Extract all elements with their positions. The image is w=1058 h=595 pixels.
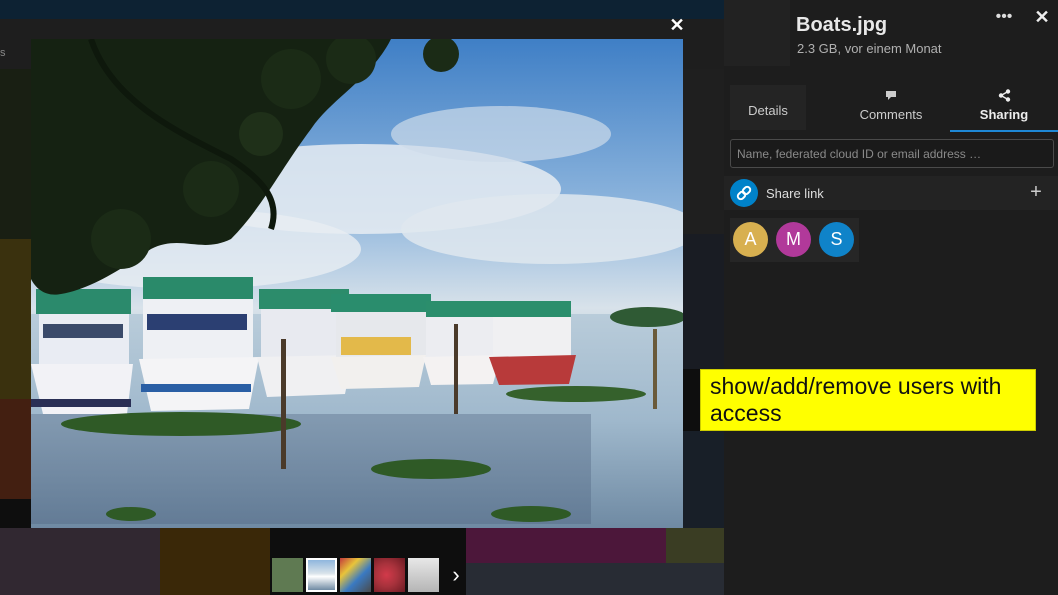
close-icon: ✕ [1034, 7, 1050, 27]
more-actions-button[interactable]: ••• [992, 6, 1016, 28]
tab-details-label: Details [748, 103, 788, 118]
tab-details[interactable]: Details [730, 85, 806, 130]
thumbnail-active[interactable] [306, 558, 337, 592]
link-icon [730, 179, 758, 207]
close-icon: ✕ [669, 15, 685, 35]
sidebar-tabs: Details Comments Sharing [728, 85, 1058, 132]
avatar-user-m[interactable]: M [776, 222, 811, 257]
annotation-callout: show/add/remove users with access [700, 369, 1036, 431]
avatar-initial: A [744, 229, 757, 249]
avatar-user-a[interactable]: A [733, 222, 768, 257]
file-meta: 2.3 GB, vor einem Monat [797, 41, 942, 56]
avatar-initial: M [786, 229, 801, 249]
share-search-input[interactable] [730, 139, 1054, 168]
file-thumbnail [724, 0, 790, 66]
thumbnail[interactable] [272, 558, 303, 592]
shared-users-list: A M S [730, 218, 859, 262]
gallery-header-text: s [0, 47, 6, 59]
comment-icon [836, 89, 946, 104]
boats-photo [31, 39, 683, 528]
details-sidebar: Boats.jpg 2.3 GB, vor einem Monat ••• ✕ … [724, 0, 1058, 595]
chevron-right-icon: › [452, 562, 460, 587]
more-icon: ••• [995, 8, 1013, 25]
sidebar-close-button[interactable]: ✕ [1030, 6, 1054, 28]
next-thumbnails-button[interactable]: › [446, 562, 466, 588]
avatar-user-s[interactable]: S [819, 222, 854, 257]
share-link-label: Share link [766, 186, 824, 201]
file-title: Boats.jpg [796, 14, 888, 36]
app-top-bar [0, 0, 724, 19]
add-share-link-button[interactable]: + [1025, 181, 1047, 203]
thumbnail[interactable] [374, 558, 405, 592]
plus-icon: + [1030, 181, 1042, 203]
tab-comments-label: Comments [859, 107, 923, 122]
thumbnail[interactable] [340, 558, 371, 592]
share-link-row[interactable]: Share link + [724, 176, 1058, 210]
tab-comments[interactable]: Comments [836, 85, 946, 130]
viewer-close-button[interactable]: ✕ [666, 14, 688, 36]
avatar-initial: S [830, 229, 843, 249]
tab-sharing-label: Sharing [979, 107, 1029, 122]
thumbnail[interactable] [408, 558, 439, 592]
share-icon [950, 89, 1058, 105]
main-image [31, 39, 683, 528]
tab-sharing[interactable]: Sharing [950, 85, 1058, 132]
thumbnail-strip [272, 558, 439, 592]
